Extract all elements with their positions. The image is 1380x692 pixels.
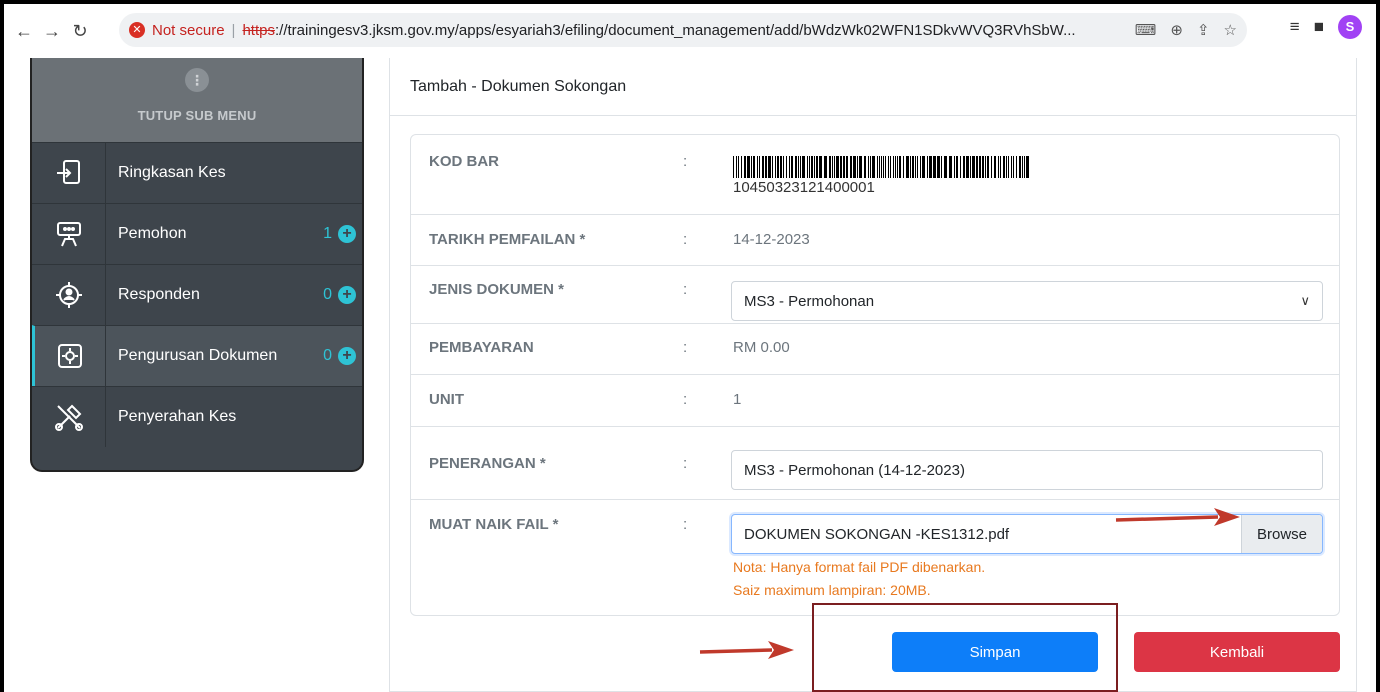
description-input[interactable]: MS3 - Permohonan (14-12-2023) <box>731 450 1323 490</box>
colon: : <box>683 391 688 408</box>
sub-menu-toggle-label: TUTUP SUB MENU <box>137 108 257 123</box>
add-circle-icon[interactable]: + <box>338 225 356 243</box>
doc-type-selected: MS3 - Permohonan <box>744 292 875 310</box>
back-button[interactable]: Kembali <box>1134 632 1340 672</box>
main-panel: Tambah - Dokumen Sokongan KOD BAR : 1045… <box>389 58 1357 692</box>
form-row-doc-type: JENIS DOKUMEN * : MS3 - Permohonan ∨ <box>411 266 1339 324</box>
reading-list-icon[interactable]: ≡ <box>1290 17 1300 37</box>
chevron-down-icon: ∨ <box>1300 293 1310 308</box>
file-upload-input[interactable]: DOKUMEN SOKONGAN -KES1312.pdf Browse <box>731 514 1323 554</box>
file-size-note: Saiz maximum lampiran: 20MB. <box>733 582 931 598</box>
colon: : <box>683 455 688 472</box>
sidebar-item-penyerahan-kes[interactable]: Penyerahan Kes <box>32 386 362 447</box>
sidebar-item-count: 0 <box>323 347 332 364</box>
sidebar-item-count: 0 <box>323 286 332 303</box>
browser-actions: ≡ ■ S <box>1290 15 1362 39</box>
file-upload-value: DOKUMEN SOKONGAN -KES1312.pdf <box>744 525 1010 543</box>
sidebar: ⋮ TUTUP SUB MENU Ringkasan Kes Pemohon 1… <box>30 58 364 472</box>
filing-date-label: TARIKH PEMFAILAN * <box>429 231 586 248</box>
form-row-filing-date: TARIKH PEMFAILAN * : 14-12-2023 <box>411 215 1339 266</box>
payment-label: PEMBAYARAN <box>429 339 534 356</box>
form-row-unit: UNIT : 1 <box>411 375 1339 427</box>
sidebar-item-label: Responden <box>118 286 200 303</box>
reload-icon[interactable]: ↻ <box>66 17 94 45</box>
zoom-icon[interactable]: ⊕ <box>1170 21 1183 39</box>
file-import-icon <box>56 160 80 184</box>
form-row-upload: MUAT NAIK FAIL * : DOKUMEN SOKONGAN -KES… <box>411 500 1339 615</box>
address-bar[interactable]: ✕ Not secure | https://trainingesv3.jksm… <box>119 13 1247 47</box>
bookmark-star-icon[interactable]: ☆ <box>1224 21 1237 39</box>
page-content: ⋮ TUTUP SUB MENU Ringkasan Kes Pemohon 1… <box>4 58 1376 692</box>
sidebar-item-label: Pengurusan Dokumen <box>118 347 278 364</box>
save-button[interactable]: Simpan <box>892 632 1098 672</box>
document-form: KOD BAR : 10450323121400001 TARIKH PEMFA… <box>410 134 1340 616</box>
description-value: MS3 - Permohonan (14-12-2023) <box>744 461 965 479</box>
panel-title: Tambah - Dokumen Sokongan <box>390 58 1356 116</box>
sub-menu-toggle[interactable]: ⋮ TUTUP SUB MENU <box>32 58 362 142</box>
separator: | <box>231 21 236 39</box>
forward-arrow-icon[interactable]: → <box>38 17 66 45</box>
add-circle-icon[interactable]: + <box>338 286 356 304</box>
security-warning-icon[interactable]: ✕ <box>129 22 145 38</box>
doc-type-select[interactable]: MS3 - Permohonan ∨ <box>731 281 1323 321</box>
applicant-icon <box>56 222 81 247</box>
security-label[interactable]: Not secure <box>152 22 225 39</box>
barcode-label: KOD BAR <box>429 153 499 170</box>
unit-value: 1 <box>733 391 742 408</box>
colon: : <box>683 339 688 356</box>
url-scheme: https <box>242 21 275 39</box>
barcode-value: 10450323121400001 <box>733 179 875 196</box>
sidebar-item-ringkasan-kes[interactable]: Ringkasan Kes <box>32 142 362 203</box>
share-icon[interactable]: ⇪ <box>1197 21 1210 39</box>
target-user-icon <box>55 282 82 308</box>
side-panel-icon[interactable]: ■ <box>1314 17 1324 37</box>
unit-label: UNIT <box>429 391 464 408</box>
form-row-payment: PEMBAYARAN : RM 0.00 <box>411 324 1339 375</box>
address-bar-actions: ⌨ ⊕ ⇪ ☆ <box>1135 13 1237 47</box>
sidebar-item-label: Pemohon <box>118 225 187 242</box>
sidebar-item-pemohon[interactable]: Pemohon 1 + <box>32 203 362 264</box>
url-text: ://trainingesv3.jksm.gov.my/apps/esyaria… <box>274 21 1076 39</box>
filing-date-value: 14-12-2023 <box>733 231 810 248</box>
sidebar-item-count: 1 <box>323 225 332 242</box>
barcode-image <box>733 156 1029 178</box>
form-row-barcode: KOD BAR : 10450323121400001 <box>411 135 1339 215</box>
kebab-menu-icon: ⋮ <box>185 68 209 92</box>
upload-label: MUAT NAIK FAIL * <box>429 516 559 533</box>
sidebar-item-pengurusan-dokumen[interactable]: Pengurusan Dokumen 0 + <box>32 325 362 386</box>
document-settings-icon <box>58 344 82 368</box>
add-circle-icon[interactable]: + <box>338 347 356 365</box>
tools-icon <box>54 404 83 431</box>
file-format-note: Nota: Hanya format fail PDF dibenarkan. <box>733 559 986 575</box>
translate-icon[interactable]: ⌨ <box>1135 21 1157 39</box>
profile-avatar[interactable]: S <box>1338 15 1362 39</box>
colon: : <box>683 281 688 298</box>
colon: : <box>683 153 688 170</box>
sidebar-item-label: Ringkasan Kes <box>118 164 226 181</box>
sidebar-item-responden[interactable]: Responden 0 + <box>32 264 362 325</box>
payment-value: RM 0.00 <box>733 339 790 356</box>
sidebar-item-label: Penyerahan Kes <box>118 408 237 425</box>
browser-window: ← → ↻ ✕ Not secure | https://trainingesv… <box>4 4 1376 692</box>
browse-button[interactable]: Browse <box>1241 515 1322 553</box>
colon: : <box>683 516 688 533</box>
description-label: PENERANGAN * <box>429 455 546 472</box>
doc-type-label: JENIS DOKUMEN * <box>429 281 565 298</box>
form-row-description: PENERANGAN * : MS3 - Permohonan (14-12-2… <box>411 427 1339 500</box>
colon: : <box>683 231 688 248</box>
browser-toolbar: ← → ↻ ✕ Not secure | https://trainingesv… <box>4 4 1376 58</box>
back-arrow-icon[interactable]: ← <box>10 17 38 45</box>
